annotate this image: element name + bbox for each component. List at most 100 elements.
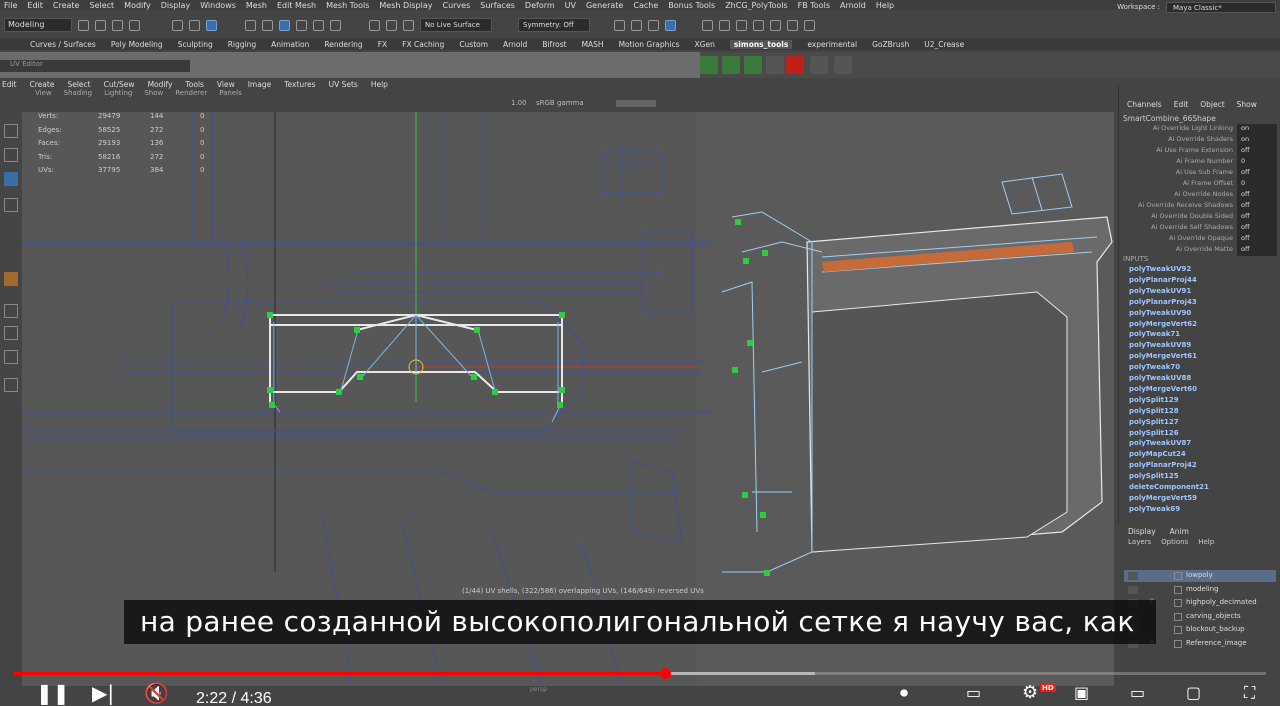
select-tool-icon[interactable] xyxy=(4,124,18,138)
snap-curve-icon[interactable] xyxy=(262,19,273,31)
input-node[interactable]: polyTweakUV91 xyxy=(1129,287,1191,295)
channel-attribute[interactable]: Ai Override Light Linking on xyxy=(1119,124,1280,135)
input-node[interactable]: polyPlanarProj43 xyxy=(1129,298,1197,306)
shelf-tab[interactable]: Custom xyxy=(459,40,488,49)
shelf-tab[interactable]: simons_tools xyxy=(729,39,793,49)
render-settings-icon[interactable] xyxy=(665,19,676,31)
menu-item[interactable]: Bonus Tools xyxy=(668,1,715,10)
snap-surface-icon[interactable] xyxy=(313,19,324,31)
shelf-tab[interactable]: Bifrost xyxy=(542,40,566,49)
render-view-icon[interactable] xyxy=(614,19,625,31)
layout-icon-2[interactable] xyxy=(719,19,730,31)
layer-tab[interactable]: Display xyxy=(1128,527,1156,536)
ipr-icon[interactable] xyxy=(648,19,659,31)
shelf-tab[interactable]: FX xyxy=(378,40,387,49)
miniplayer-icon[interactable]: ▣ xyxy=(1074,680,1089,706)
shelf-tab[interactable]: U2_Crease xyxy=(924,40,964,49)
menu-item[interactable]: File xyxy=(4,1,17,10)
channel-attribute[interactable]: Ai Override Nodes off xyxy=(1119,190,1280,201)
mode-dropdown[interactable]: Modeling xyxy=(4,18,72,32)
shelf-tab[interactable]: Motion Graphics xyxy=(619,40,680,49)
shelf-tool-icon[interactable] xyxy=(810,56,828,74)
menu-item[interactable]: Cache xyxy=(633,1,658,10)
input-node[interactable]: polyTweakUV92 xyxy=(1129,265,1191,273)
menu-item[interactable]: Modify xyxy=(124,1,151,10)
menu-item[interactable]: Generate xyxy=(586,1,623,10)
input-ops-icon[interactable] xyxy=(369,19,380,31)
mute-icon[interactable]: 🔇 xyxy=(144,680,169,706)
construction-history-icon[interactable] xyxy=(403,19,414,31)
input-node[interactable]: polyPlanarProj44 xyxy=(1129,276,1197,284)
undo-icon[interactable] xyxy=(112,19,123,31)
render-icon[interactable] xyxy=(631,19,642,31)
attribute-value[interactable]: off xyxy=(1237,146,1277,157)
lasso-tool-icon[interactable] xyxy=(4,148,18,162)
input-node[interactable]: polyPlanarProj42 xyxy=(1129,461,1197,469)
attribute-value[interactable]: 0 xyxy=(1237,179,1277,190)
input-node[interactable]: polyTweakUV87 xyxy=(1129,439,1191,447)
input-node[interactable]: polyMergeVert62 xyxy=(1129,320,1197,328)
layer-color-swatch[interactable] xyxy=(1174,599,1182,607)
gamma-value[interactable]: 1.00 xyxy=(511,99,527,107)
input-node[interactable]: polyMapCut24 xyxy=(1129,450,1186,458)
shelf-tab[interactable]: MASH xyxy=(582,40,604,49)
uv-menu-item[interactable]: Textures xyxy=(284,80,315,91)
menu-item[interactable]: Mesh xyxy=(246,1,267,10)
panel-menu-item[interactable]: Shading xyxy=(64,89,92,97)
channel-attribute[interactable]: Ai Override Double Sided off xyxy=(1119,212,1280,223)
shelf-tab[interactable]: Rigging xyxy=(228,40,256,49)
menu-item[interactable]: Select xyxy=(89,1,114,10)
attribute-value[interactable]: off xyxy=(1237,223,1277,234)
channel-attribute[interactable]: Ai Use Sub Frame off xyxy=(1119,168,1280,179)
layout-icon-6[interactable] xyxy=(787,19,798,31)
input-node[interactable]: polySplit129 xyxy=(1129,396,1179,404)
progress-scrubber[interactable] xyxy=(660,668,672,679)
channel-tab[interactable]: Show xyxy=(1237,100,1257,109)
pause-icon[interactable]: ❚❚ xyxy=(36,680,70,706)
input-node[interactable]: polySplit127 xyxy=(1129,418,1179,426)
attribute-value[interactable]: on xyxy=(1237,135,1277,146)
panel-menu-item[interactable]: Panels xyxy=(219,89,242,97)
channel-attribute[interactable]: Ai Override Self Shadows off xyxy=(1119,223,1280,234)
uv-menu-item[interactable]: UV Sets xyxy=(329,80,358,91)
fullscreen-icon[interactable]: ⛶ xyxy=(1244,680,1255,706)
input-node[interactable]: polyMergeVert59 xyxy=(1129,494,1197,502)
attribute-value[interactable]: 0 xyxy=(1237,157,1277,168)
save-icon[interactable] xyxy=(95,19,106,31)
menu-item[interactable]: Edit xyxy=(27,1,43,10)
outliner-view-icon[interactable] xyxy=(4,378,18,392)
panel-menu-item[interactable]: View xyxy=(35,89,52,97)
shelf-tab[interactable]: XGen xyxy=(695,40,715,49)
menu-item[interactable]: Help xyxy=(876,1,894,10)
input-node[interactable]: polyTweakUV88 xyxy=(1129,374,1191,382)
input-node[interactable]: polyTweak69 xyxy=(1129,505,1180,513)
attribute-value[interactable]: off xyxy=(1237,212,1277,223)
attribute-value[interactable]: off xyxy=(1237,234,1277,245)
visibility-toggle[interactable] xyxy=(1128,585,1138,594)
channel-tab[interactable]: Edit xyxy=(1174,100,1189,109)
input-node[interactable]: polyMergeVert61 xyxy=(1129,352,1197,360)
select-object-icon[interactable] xyxy=(189,19,200,31)
layout-icon-3[interactable] xyxy=(736,19,747,31)
layer-row[interactable]: modeling xyxy=(1124,584,1276,596)
uv-menu-item[interactable]: Edit xyxy=(2,80,17,91)
shelf-tool-icon[interactable] xyxy=(700,56,718,74)
layout-icon-4[interactable] xyxy=(753,19,764,31)
live-surface-dropdown[interactable]: No Live Surface xyxy=(420,18,492,32)
layer-tab[interactable]: Anim xyxy=(1170,527,1189,536)
attribute-value[interactable]: off xyxy=(1237,245,1277,256)
layout-icon-7[interactable] xyxy=(804,19,815,31)
layer-menu-item[interactable]: Options xyxy=(1161,538,1188,546)
channel-tab[interactable]: Channels xyxy=(1127,100,1162,109)
channel-attribute[interactable]: Ai Override Shaders on xyxy=(1119,135,1280,146)
select-component-icon[interactable] xyxy=(206,19,217,31)
workspace-selector[interactable]: Workspace : Maya Classic* xyxy=(1117,0,1280,14)
input-node[interactable]: polyTweak70 xyxy=(1129,363,1180,371)
symmetry-dropdown[interactable]: Symmetry: Off xyxy=(518,18,590,32)
snap-grid-icon[interactable] xyxy=(245,19,256,31)
subtitles-icon[interactable]: ▭ xyxy=(966,680,981,706)
uv-toolkit-icon[interactable] xyxy=(786,56,804,74)
shelf-tab[interactable]: GoZBrush xyxy=(872,40,909,49)
settings-icon[interactable]: ⚙ xyxy=(1022,680,1038,706)
two-view-icon[interactable] xyxy=(4,350,18,364)
